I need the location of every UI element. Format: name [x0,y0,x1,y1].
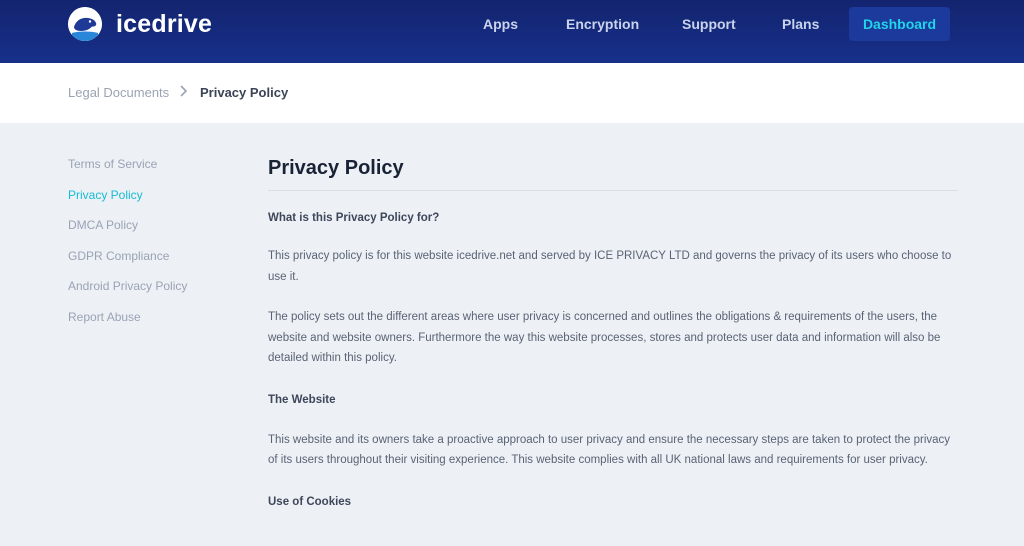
section-heading-purpose: What is this Privacy Policy for? [268,212,440,224]
dashboard-button[interactable]: Dashboard [849,7,950,41]
nav-plans[interactable]: Plans [782,17,819,31]
legal-sidebar: Terms of Service Privacy Policy DMCA Pol… [68,157,238,340]
paragraph-policy-scope: The policy sets out the different areas … [268,311,941,364]
chevron-right-icon [179,85,188,99]
breadcrumb-current: Privacy Policy [200,85,289,100]
breadcrumb-legal-documents[interactable]: Legal Documents [68,86,169,100]
top-navigation-bar: icedrive Apps Encryption Support Plans D… [0,0,1024,63]
sidebar-item-report-abuse[interactable]: Report Abuse [68,310,238,324]
nav-support[interactable]: Support [682,17,736,31]
nav-encryption[interactable]: Encryption [566,17,639,31]
main-content: Terms of Service Privacy Policy DMCA Pol… [0,123,1024,546]
sidebar-item-android-privacy-policy[interactable]: Android Privacy Policy [68,279,238,293]
sidebar-item-dmca-policy[interactable]: DMCA Policy [68,218,238,232]
breadcrumb: Legal Documents Privacy Policy [0,63,1024,123]
sidebar-item-gdpr-compliance[interactable]: GDPR Compliance [68,249,238,263]
paragraph-website: This website and its owners take a proac… [268,433,951,467]
paragraph-intro: This privacy policy is for this website … [268,250,952,283]
policy-article: Privacy Policy What is this Privacy Poli… [268,157,958,509]
main-nav: Apps Encryption Support Plans Dashboard [0,0,1024,63]
page-title: Privacy Policy [268,157,958,191]
section-heading-website: The Website [268,393,336,406]
sidebar-item-privacy-policy[interactable]: Privacy Policy [68,188,238,202]
nav-apps[interactable]: Apps [483,17,518,31]
section-heading-cookies: Use of Cookies [268,495,352,508]
sidebar-item-terms-of-service[interactable]: Terms of Service [68,157,238,171]
